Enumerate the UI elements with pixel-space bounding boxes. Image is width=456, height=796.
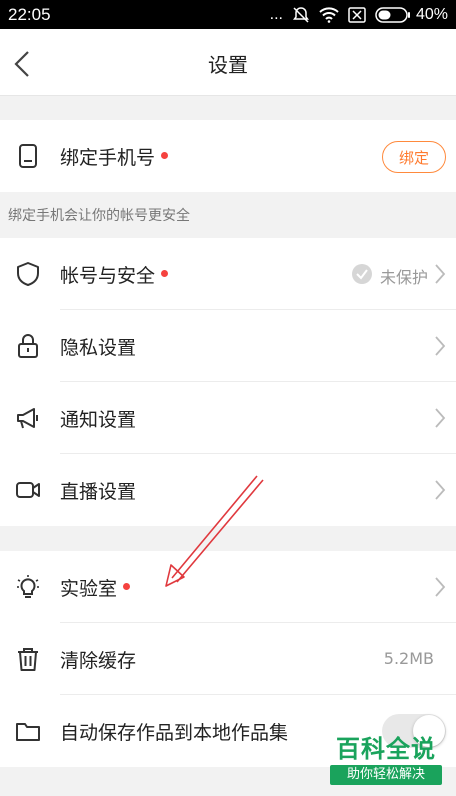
chevron-right-icon	[435, 577, 446, 597]
bind-hint: 绑定手机会让你的帐号更安全	[8, 208, 190, 224]
video-camera-icon	[16, 482, 40, 498]
account-security-text: 帐号与安全	[60, 265, 156, 287]
no-sim-icon	[348, 6, 366, 23]
folder-icon	[16, 723, 40, 741]
notifications-label: 通知设置	[60, 409, 137, 431]
sidebar-item-account-security[interactable]: 帐号与安全 未保护	[0, 238, 456, 310]
wifi-icon	[319, 6, 339, 23]
lab-text: 实验室	[60, 578, 118, 600]
trash-icon	[18, 648, 38, 671]
battery: 40%	[375, 6, 448, 24]
sidebar-item-lab[interactable]: 实验室	[0, 551, 456, 623]
watermark-subtitle: 助你轻松解决	[330, 765, 442, 785]
phone-icon	[19, 144, 37, 168]
sidebar-item-privacy[interactable]: 隐私设置	[0, 310, 456, 382]
battery-percent: 40%	[415, 5, 448, 23]
sidebar-item-notifications[interactable]: 通知设置	[0, 382, 456, 454]
status-time: 22:05	[8, 4, 51, 24]
more-dots: ...	[269, 5, 283, 23]
watermark-logo: 百科全说 助你轻松解决	[330, 735, 442, 785]
sidebar-item-clear-cache[interactable]: 清除缓存 5.2MB	[0, 623, 456, 695]
lab-label: 实验室	[60, 574, 131, 601]
red-dot	[161, 270, 169, 277]
bind-phone-label: 绑定手机号	[60, 143, 169, 170]
lock-icon	[18, 334, 38, 358]
bind-phone-text: 绑定手机号	[60, 147, 156, 169]
account-status: 未保护	[379, 268, 428, 287]
red-dot	[123, 583, 131, 590]
check-circle-icon	[352, 264, 372, 284]
shield-icon	[17, 262, 39, 286]
watermark-title: 百科全说	[336, 735, 436, 763]
live-label: 直播设置	[60, 481, 137, 503]
bind-button[interactable]: 绑定	[382, 141, 446, 173]
privacy-label: 隐私设置	[60, 337, 137, 359]
chevron-right-icon	[435, 408, 446, 428]
page-title: 设置	[208, 53, 248, 77]
battery-icon	[375, 6, 410, 23]
status-bar: 22:05 ... 40%	[0, 0, 456, 29]
bind-phone-row[interactable]: 绑定手机号 绑定	[0, 120, 456, 192]
light-bulb-icon	[17, 575, 39, 598]
megaphone-icon	[17, 408, 38, 429]
nav-bar: 设置	[0, 29, 456, 96]
status-icons: ... 40%	[270, 6, 448, 24]
clear-cache-label: 清除缓存	[60, 650, 137, 672]
chevron-right-icon	[435, 480, 446, 500]
auto-save-label: 自动保存作品到本地作品集	[60, 722, 289, 744]
cache-size: 5.2MB	[383, 649, 434, 668]
sidebar-item-live[interactable]: 直播设置	[0, 454, 456, 526]
mute-bell-icon	[292, 6, 309, 23]
account-security-label: 帐号与安全	[60, 261, 169, 288]
chevron-right-icon	[435, 264, 446, 284]
chevron-right-icon	[435, 336, 446, 356]
red-dot	[161, 152, 169, 159]
